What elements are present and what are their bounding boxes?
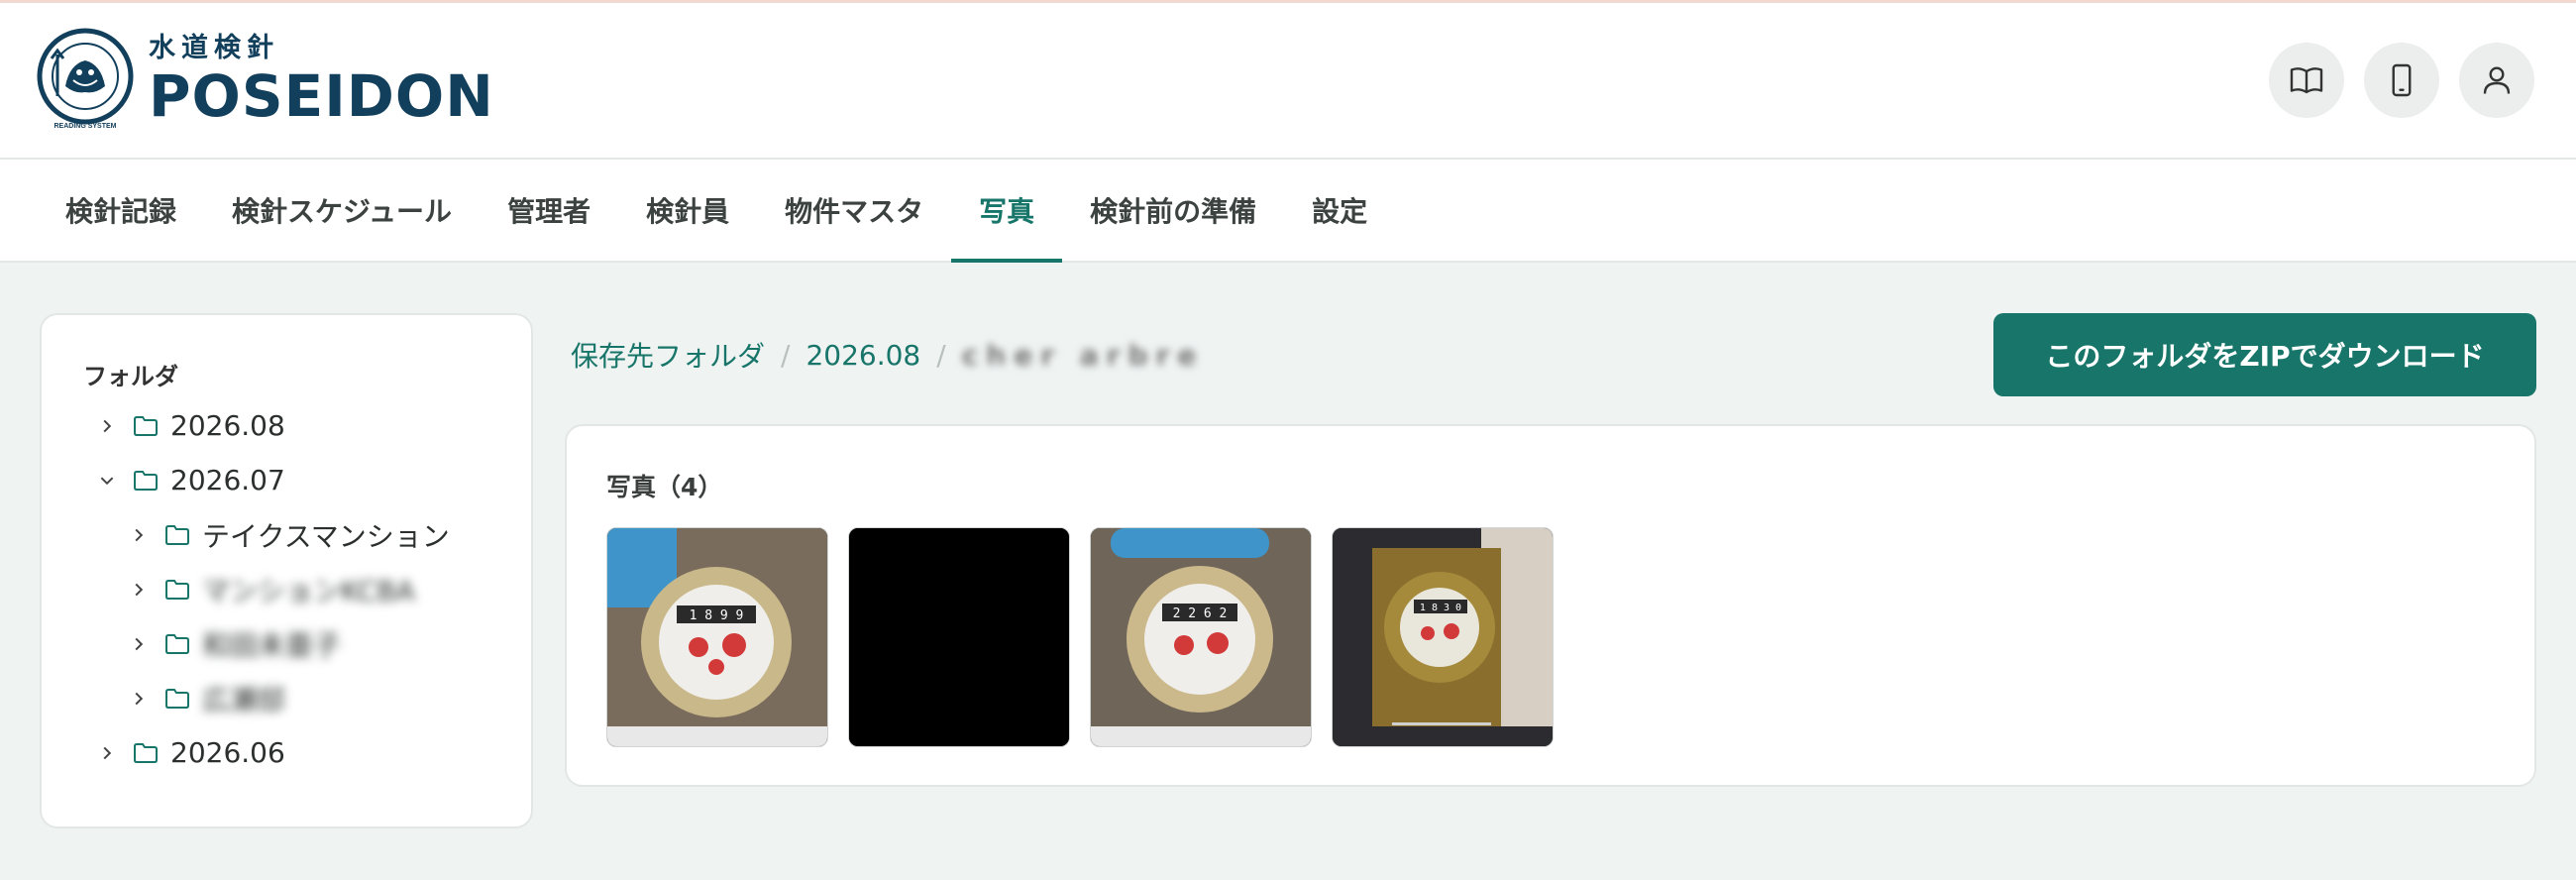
water-meter-photo: 2 2 6 2: [1091, 528, 1311, 746]
tab-property-master[interactable]: 物件マスタ: [757, 160, 951, 261]
svg-text:2 2 6 2: 2 2 6 2: [1173, 606, 1228, 621]
user-icon: [2483, 66, 2511, 94]
app-header: READING SYSTEM 水道検針 POSEIDON: [0, 3, 2576, 160]
svg-text:1 8 3 0: 1 8 3 0: [1420, 603, 1461, 613]
folder-icon: [134, 742, 158, 763]
folder-label: マンションKCBA: [202, 574, 415, 607]
tab-label: 検針員: [646, 195, 730, 228]
chevron-right-icon[interactable]: [127, 687, 151, 711]
breadcrumb-separator: /: [936, 338, 946, 372]
breadcrumb-root[interactable]: 保存先フォルダ: [571, 335, 765, 375]
folder-icon: [134, 470, 158, 491]
folder-label: 2026.07: [170, 464, 285, 496]
folder-item[interactable]: テイクスマンション: [42, 507, 531, 562]
breadcrumb: 保存先フォルダ / 2026.08 / cher arbre: [571, 335, 1204, 375]
folder-item[interactable]: 広瀬邸: [42, 671, 531, 725]
chevron-right-icon[interactable]: [95, 741, 119, 765]
tab-photos[interactable]: 写真: [951, 160, 1063, 263]
tab-pre-reading-preparation[interactable]: 検針前の準備: [1062, 160, 1284, 261]
photo-grid: 1 8 9 9 2 2 6 2 1 8 3 0: [606, 527, 1554, 747]
photo-thumbnail[interactable]: 1 8 3 0: [1332, 527, 1554, 747]
header-actions: [2269, 43, 2534, 118]
folder-sidebar: フォルダ 2026.08 2026.07 テイクスマンション マンションKCBA…: [40, 313, 533, 828]
folder-icon: [165, 524, 189, 545]
logo-subtitle: 水道検針: [149, 33, 279, 63]
photo-panel: 写真（4） 1 8 9 9 2 2 6 2 1 8 3 0: [565, 424, 2536, 787]
main-tabs: 検針記録 検針スケジュール 管理者 検針員 物件マスタ 写真 検針前の準備 設定: [0, 160, 2576, 263]
poseidon-seal-icon: READING SYSTEM: [37, 28, 134, 130]
tab-label: 物件マスタ: [785, 195, 924, 228]
folder-item[interactable]: マンションKCBA: [42, 562, 531, 616]
folder-icon: [165, 579, 189, 600]
book-icon: [2290, 67, 2323, 94]
svg-text:1 8 9 9: 1 8 9 9: [690, 608, 744, 623]
chevron-right-icon[interactable]: [95, 414, 119, 438]
tab-reading-schedule[interactable]: 検針スケジュール: [204, 160, 480, 261]
tab-settings[interactable]: 設定: [1284, 160, 1395, 261]
logo[interactable]: READING SYSTEM 水道検針 POSEIDON: [36, 25, 494, 134]
tab-label: 写真: [979, 195, 1035, 228]
folder-label: 2026.08: [170, 409, 285, 442]
tab-reading-records[interactable]: 検針記録: [38, 160, 204, 261]
tab-meter-readers[interactable]: 検針員: [618, 160, 757, 261]
account-button[interactable]: [2459, 43, 2534, 118]
download-zip-button[interactable]: このフォルダをZIPでダウンロード: [1993, 313, 2536, 396]
water-meter-photo: 1 8 9 9: [607, 528, 827, 746]
photo-thumbnail[interactable]: 2 2 6 2: [1090, 527, 1312, 747]
photo-count-title: 写真（4）: [606, 473, 723, 501]
breadcrumb-current: cher arbre: [961, 338, 1205, 372]
tab-label: 管理者: [507, 195, 591, 228]
folder-icon: [165, 633, 189, 654]
chevron-right-icon[interactable]: [127, 523, 151, 547]
folder-item[interactable]: 2026.07: [42, 453, 531, 507]
svg-text:READING SYSTEM: READING SYSTEM: [54, 123, 116, 130]
folder-label: 広瀬邸: [202, 683, 286, 716]
folder-item[interactable]: 和田未亜子: [42, 616, 531, 671]
tab-label: 検針スケジュール: [232, 195, 453, 228]
folder-item[interactable]: 2026.06: [42, 725, 531, 780]
chevron-down-icon[interactable]: [95, 469, 119, 493]
tab-label: 設定: [1312, 195, 1368, 228]
folder-icon: [134, 415, 158, 436]
photo-thumbnail[interactable]: [848, 527, 1070, 747]
logo-title: POSEIDON: [149, 62, 494, 130]
manual-button[interactable]: [2269, 43, 2344, 118]
tab-administrators[interactable]: 管理者: [480, 160, 618, 261]
folder-tree: 2026.08 2026.07 テイクスマンション マンションKCBA 和田未亜…: [42, 398, 531, 780]
chevron-right-icon[interactable]: [127, 632, 151, 656]
chevron-right-icon[interactable]: [127, 578, 151, 602]
tab-label: 検針記録: [65, 195, 177, 228]
logo-text: 水道検針 POSEIDON: [149, 32, 494, 127]
folder-item[interactable]: 2026.08: [42, 398, 531, 453]
mobile-icon: [2392, 63, 2412, 97]
breadcrumb-separator: /: [781, 338, 791, 372]
sidebar-title: フォルダ: [83, 363, 178, 390]
water-meter-photo: 1 8 3 0: [1333, 528, 1553, 746]
breadcrumb-month[interactable]: 2026.08: [805, 339, 920, 372]
folder-label: 和田未亜子: [202, 628, 342, 662]
tab-label: 検針前の準備: [1090, 195, 1257, 228]
folder-icon: [165, 688, 189, 709]
mobile-app-button[interactable]: [2364, 43, 2439, 118]
folder-label: 2026.06: [170, 736, 285, 769]
black-photo: [849, 528, 1069, 746]
photo-thumbnail[interactable]: 1 8 9 9: [606, 527, 828, 747]
folder-label: テイクスマンション: [202, 519, 450, 553]
